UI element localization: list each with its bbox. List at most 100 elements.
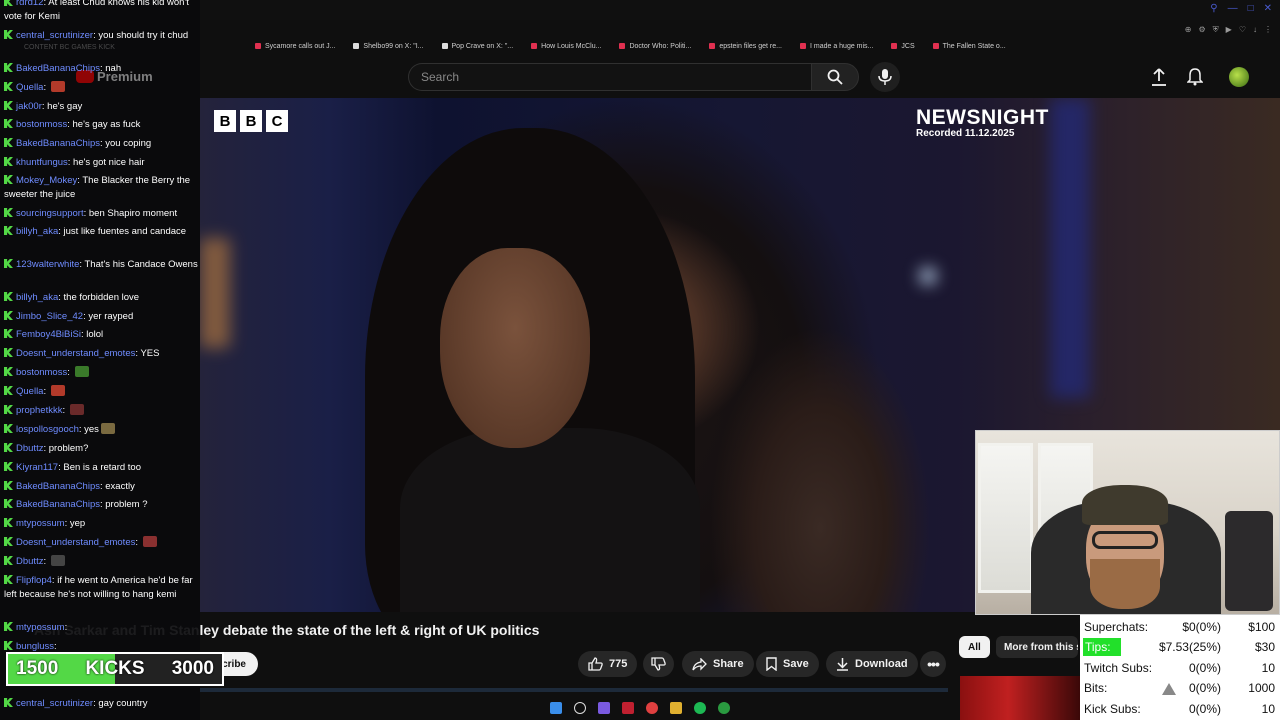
stage-light xyxy=(200,238,230,348)
chat-username[interactable]: billyh_aka xyxy=(16,226,58,237)
notifications-button[interactable] xyxy=(1185,67,1205,87)
chat-username[interactable]: Kiyran117 xyxy=(16,462,58,473)
save-group: Save xyxy=(756,651,819,677)
chat-message: Femboy4BiBiSi: lolol xyxy=(4,328,198,342)
chat-emote-icon xyxy=(100,423,115,434)
bookmark-item[interactable]: Doctor Who: Politi... xyxy=(619,43,691,50)
chat-username[interactable]: jak00r xyxy=(16,101,42,112)
recommended-thumbnail[interactable] xyxy=(960,676,1080,720)
stat-row: Twitch Subs: 0(0%) 10 xyxy=(1080,658,1280,678)
extension-icon[interactable]: ⚙ xyxy=(1199,25,1206,35)
chat-username[interactable]: Flipflop4 xyxy=(16,575,52,586)
stat-goal: 1000 xyxy=(1248,681,1275,695)
chat-emote-icon xyxy=(50,81,65,92)
download-button[interactable]: Download xyxy=(826,651,918,677)
bbc-letter: B xyxy=(214,110,236,132)
more-actions-button[interactable]: ••• xyxy=(920,651,946,677)
chat-username[interactable]: khuntfungus xyxy=(16,157,68,168)
app-icon[interactable] xyxy=(622,702,634,714)
spotify-icon[interactable] xyxy=(694,702,706,714)
chat-message: mtypossum: yep xyxy=(4,517,198,531)
chat-username[interactable]: BakedBananaChips xyxy=(16,63,100,74)
chat-username[interactable]: bostonmoss xyxy=(16,367,67,378)
dislike-button[interactable] xyxy=(643,651,675,677)
chat-username[interactable]: lospollosgooch xyxy=(16,424,79,435)
browser-icon[interactable] xyxy=(646,702,658,714)
chat-username[interactable]: mtypossum xyxy=(16,622,65,633)
chat-username[interactable]: mtypossum xyxy=(16,518,65,529)
bookmark-item[interactable]: Pop Crave on X: "... xyxy=(441,43,513,50)
chat-username[interactable]: Mokey_Mokey xyxy=(16,175,77,186)
bookmark-item[interactable]: How Louis McClu... xyxy=(531,43,601,50)
save-button[interactable]: Save xyxy=(756,651,819,677)
chat-text: just like fuentes and candace xyxy=(63,226,187,237)
kick-badge-icon xyxy=(4,424,13,433)
bookmark-item[interactable]: The Fallen State o... xyxy=(932,43,1006,50)
chat-username[interactable]: bostonmoss xyxy=(16,119,67,130)
bookmark-item[interactable]: Sycamore calls out J... xyxy=(255,43,335,50)
maximize-icon[interactable]: □ xyxy=(1248,3,1254,14)
chat-message: Kiyran117: Ben is a retard too xyxy=(4,461,198,475)
chat-message: BakedBananaChips: you coping xyxy=(4,137,198,151)
xbox-icon[interactable] xyxy=(718,702,730,714)
kick-badge-icon xyxy=(4,386,13,395)
thumbs-up-icon xyxy=(588,657,603,671)
chat-username[interactable]: bungluss xyxy=(16,641,54,652)
chat-username[interactable]: Femboy4BiBiSi xyxy=(16,329,81,340)
folder-icon[interactable] xyxy=(670,702,682,714)
create-button[interactable] xyxy=(1149,67,1169,87)
bookmark-item[interactable]: I made a huge mis... xyxy=(799,43,873,50)
chat-username[interactable]: central_scrutinizer xyxy=(16,30,93,41)
chat-username[interactable]: billyh_aka xyxy=(16,292,58,303)
chip-more-from-channel[interactable]: More from this s xyxy=(996,636,1078,658)
chat-username[interactable]: rdrd12 xyxy=(16,0,43,8)
chat-username[interactable]: Dbuttz xyxy=(16,556,43,567)
play-icon[interactable]: ▶ xyxy=(1226,25,1232,35)
chat-username[interactable]: BakedBananaChips xyxy=(16,481,100,492)
chat-message: Dbuttz: xyxy=(4,555,198,569)
chat-username[interactable]: Doesnt_understand_emotes xyxy=(16,537,135,548)
bookmark-item[interactable]: JCS xyxy=(891,43,915,50)
chip-all[interactable]: All xyxy=(959,636,990,658)
chat-text: you should try it chud xyxy=(98,30,189,41)
search-input[interactable]: Search xyxy=(408,63,812,91)
like-button[interactable]: 775 xyxy=(578,651,638,677)
avatar[interactable] xyxy=(1229,67,1249,87)
chat-username[interactable]: BakedBananaChips xyxy=(16,499,100,510)
kick-badge-icon xyxy=(4,175,13,184)
bbc-letter: C xyxy=(266,110,288,132)
menu-icon[interactable]: ⋮ xyxy=(1264,25,1272,35)
chat-username[interactable]: Quella xyxy=(16,386,43,397)
chat-username[interactable]: Jimbo_Slice_42 xyxy=(16,311,83,322)
chat-username[interactable]: Dbuttz xyxy=(16,443,43,454)
download-icon[interactable]: ↓ xyxy=(1253,25,1257,35)
stat-label: Tips: xyxy=(1083,638,1121,656)
shield-icon[interactable]: ⛨ xyxy=(1213,25,1219,35)
app-icon[interactable] xyxy=(598,702,610,714)
search-icon[interactable] xyxy=(574,702,586,714)
search-icon[interactable]: ⚲ xyxy=(1210,3,1217,14)
minimize-icon[interactable]: — xyxy=(1228,3,1238,14)
chat-username[interactable]: central_scrutinizer xyxy=(16,698,93,709)
windows-start-icon[interactable] xyxy=(550,702,562,714)
chat-username[interactable]: 123walterwhite xyxy=(16,259,79,270)
search-button[interactable] xyxy=(811,63,859,91)
chat-username[interactable]: BakedBananaChips xyxy=(16,138,100,149)
bookmark-item[interactable]: Shelbo99 on X: "I... xyxy=(353,43,424,50)
chat-emote-icon xyxy=(69,404,84,415)
share-button[interactable]: Share xyxy=(682,651,754,677)
chat-username[interactable]: sourcingsupport xyxy=(16,208,84,219)
progress-track[interactable] xyxy=(200,688,948,692)
chat-username[interactable]: Quella xyxy=(16,82,43,93)
kick-badge-icon xyxy=(4,63,13,72)
chat-text: nah xyxy=(105,63,122,74)
close-icon[interactable]: ✕ xyxy=(1264,3,1272,14)
chat-message: 123walterwhite: That's his Candace Owens xyxy=(4,258,198,272)
zoom-icon[interactable]: ⊕ xyxy=(1185,25,1192,35)
heart-icon[interactable]: ♡ xyxy=(1239,25,1246,35)
chat-username[interactable]: Doesnt_understand_emotes xyxy=(16,348,135,359)
voice-search-button[interactable] xyxy=(870,62,900,92)
streamer-beard xyxy=(1090,559,1160,609)
chat-username[interactable]: prophetkkk xyxy=(16,405,62,416)
bookmark-item[interactable]: epstein files get re... xyxy=(709,43,782,50)
